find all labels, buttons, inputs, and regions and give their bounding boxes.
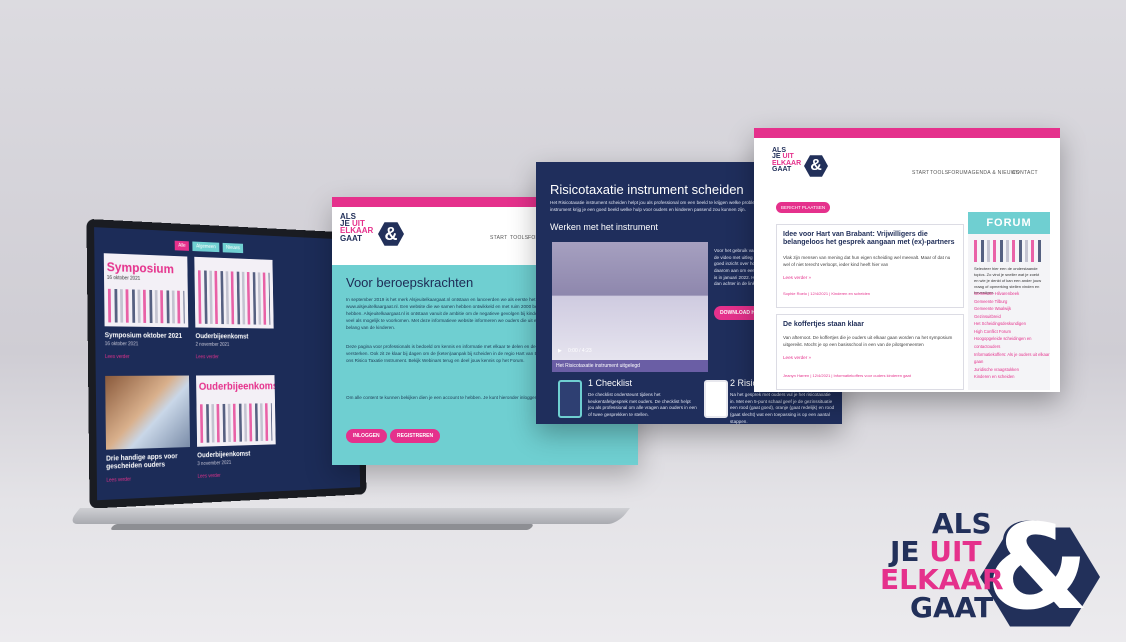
nav-tools[interactable]: TOOLS: [930, 170, 948, 176]
logo-word-als: ALS: [932, 510, 992, 538]
post-message-button[interactable]: BERICHT PLAATSEN: [776, 202, 830, 213]
checklist-text: De checklist ondersteunt tijdens het keu…: [588, 392, 698, 419]
post-excerpt: Vlak zijn mensen van mening dat hun eige…: [783, 255, 957, 269]
forum-post[interactable]: Idee voor Hart van Brabant: Vrijwilliger…: [776, 224, 964, 308]
checklist-title: 1 Checklist: [588, 378, 632, 388]
tag-nieuws[interactable]: Nieuws: [223, 243, 244, 253]
topic-link[interactable]: Gezinsuitbreid: [974, 313, 1050, 321]
video-caption: Het Risicotaxatie instrument uitgelegd: [552, 360, 708, 372]
laptop-foot: [110, 524, 535, 530]
topic-link[interactable]: Juridische vraagstukken: [974, 366, 1050, 374]
nav-start[interactable]: START: [490, 235, 507, 241]
people-illustration: [198, 270, 270, 325]
topic-list: Gemeente Hilvarenbeek Gemeente Tilburg G…: [974, 290, 1050, 381]
read-more-link[interactable]: Lees verder: [105, 354, 130, 360]
people-illustration: [974, 240, 1044, 262]
section-title: Werken met het instrument: [550, 222, 658, 232]
read-more-link[interactable]: Lees verder: [196, 354, 219, 360]
page-forum: START ALS JE UIT ELKAAR GAAT & START TOO…: [754, 128, 1060, 392]
ampersand-logo-icon: &: [378, 221, 404, 247]
card-meta: 3 november 2021: [197, 460, 231, 467]
post-title[interactable]: De koffertjes staan klaar: [783, 321, 957, 329]
topic-link[interactable]: Informatiekoffers: Als je ouders uit elk…: [974, 351, 1050, 366]
video-player[interactable]: ▶ 0:00 / 4:23: [552, 242, 708, 360]
nav-contact[interactable]: CONTACT: [1012, 170, 1038, 176]
ampersand-logo-icon: &: [804, 154, 828, 178]
logo-word-gaat: GAAT: [910, 594, 993, 622]
card-date: 16 oktober 2021: [107, 275, 140, 282]
post-meta: Jeanyn Harren | 12/4/2021 | Informatieko…: [783, 373, 911, 379]
post-meta: Sophie Roelo | 12/4/2021 | Kinderen en s…: [783, 291, 870, 297]
read-more-link[interactable]: Lees verder »: [783, 275, 811, 282]
tag-algemeen[interactable]: Algemeen: [193, 241, 220, 252]
card-caption[interactable]: Ouderbijeenkomst: [195, 333, 274, 342]
news-card-apps-photo[interactable]: [105, 376, 190, 450]
video-time: 0:00 / 4:23: [568, 348, 592, 354]
read-more-link[interactable]: Lees verder: [106, 477, 131, 484]
topic-link[interactable]: Gemeente Waalwijk: [974, 305, 1050, 313]
news-card-ouderbijeenkomst-2[interactable]: Ouderbijeenkomst: [196, 375, 276, 447]
post-title[interactable]: Idee voor Hart van Brabant: Vrijwilliger…: [783, 231, 957, 248]
risicotaxatie-text: Na het gesprek met ouders vul je het ris…: [730, 392, 836, 425]
news-card-symposium[interactable]: Symposium 16 oktober 2021: [104, 253, 189, 327]
login-button[interactable]: INLOGGEN: [346, 429, 387, 443]
people-illustration: [200, 403, 272, 443]
page-title: Voor beroepskrachten: [346, 275, 473, 290]
nav-forum[interactable]: FORUM: [948, 170, 968, 176]
topic-link[interactable]: Het Scheidingsdeskundigen: [974, 320, 1050, 328]
laptop-base: [67, 508, 630, 524]
laptop-website: Alle Algemeen Nieuws Symposium 16 oktobe…: [94, 227, 360, 500]
nav-tools[interactable]: TOOLS: [510, 235, 528, 241]
forum-heading: FORUM: [968, 212, 1050, 234]
card-caption[interactable]: Symposium oktober 2021: [105, 332, 189, 341]
topic-link[interactable]: Hoogopgeleide scheidingen en contactoude…: [974, 335, 1050, 350]
post-excerpt: Van afternoot. De koffertjes die je oude…: [783, 335, 957, 349]
filter-tags: Alle Algemeen Nieuws: [175, 241, 244, 253]
people-illustration: [108, 289, 185, 324]
nav-start[interactable]: START: [912, 170, 929, 176]
card-title: Symposium: [107, 259, 174, 276]
logo-line-je-uit: JE UIT: [890, 538, 982, 566]
play-icon[interactable]: ▶: [558, 348, 562, 354]
read-more-link[interactable]: Lees verder: [197, 473, 220, 480]
document-icon: [704, 380, 728, 418]
card-meta: 2 november 2021: [196, 342, 230, 348]
register-button[interactable]: REGISTREREN: [390, 429, 440, 443]
topic-link[interactable]: Kinderen en scheiden: [974, 373, 1050, 381]
topic-link[interactable]: High Conflict Forum: [974, 328, 1050, 336]
read-more-link[interactable]: Lees verder »: [783, 355, 811, 362]
card-title: Ouderbijeenkomst: [199, 381, 276, 393]
news-card-ouderbijeenkomst-1[interactable]: [194, 257, 273, 329]
page-title: Risicotaxatie instrument scheiden: [550, 182, 744, 197]
card-meta: 16 oktober 2021: [105, 341, 139, 347]
logo-word-elkaar: ELKAAR: [880, 566, 1004, 594]
forum-post[interactable]: De koffertjes staan klaar Van afternoot.…: [776, 314, 964, 390]
topic-link[interactable]: Gemeente Hilvarenbeek: [974, 290, 1050, 298]
checklist-icon: [558, 380, 582, 418]
card-caption[interactable]: Ouderbijeenkomst: [197, 450, 276, 461]
site-logo[interactable]: ALS JE UIT ELKAAR GAAT: [340, 213, 373, 242]
card-caption[interactable]: Drie handige apps voor gescheiden ouders: [106, 453, 194, 473]
brand-logo: & ALS JE UIT ELKAAR GAAT: [880, 510, 1110, 630]
laptop-screen: Alle Algemeen Nieuws Symposium 16 oktobe…: [86, 219, 366, 509]
topic-link[interactable]: Gemeente Tilburg: [974, 298, 1050, 306]
forum-sidebar: FORUM Selecteer hier een de onderstaande…: [968, 212, 1050, 390]
tag-alle[interactable]: Alle: [175, 241, 190, 251]
site-logo[interactable]: START ALS JE UIT ELKAAR GAAT: [772, 148, 801, 173]
